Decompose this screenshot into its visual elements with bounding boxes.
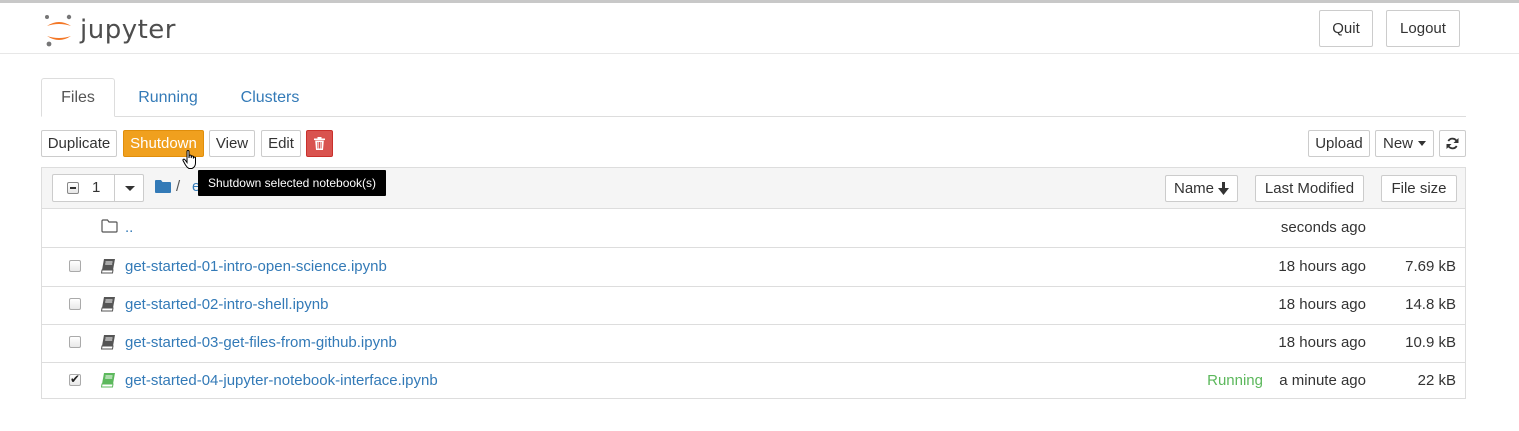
list-item[interactable]: .. seconds ago	[42, 209, 1465, 248]
duplicate-button[interactable]: Duplicate	[41, 130, 117, 157]
delete-button[interactable]	[306, 130, 333, 157]
file-link[interactable]: get-started-01-intro-open-science.ipynb	[125, 258, 387, 275]
file-list-panel: 1 / e Name Last Modified File size .. se…	[41, 167, 1466, 399]
upload-button[interactable]: Upload	[1308, 130, 1370, 157]
logout-button[interactable]: Logout	[1386, 10, 1460, 47]
notebook-icon	[101, 335, 115, 350]
shutdown-tooltip: Shutdown selected notebook(s)	[198, 170, 386, 196]
tab-running[interactable]: Running	[126, 78, 210, 117]
selection-dropdown[interactable]	[114, 175, 144, 201]
caret-down-icon	[1418, 141, 1426, 146]
edit-button[interactable]: Edit	[261, 130, 301, 157]
notebook-running-icon	[101, 373, 115, 388]
file-size: 7.69 kB	[1405, 258, 1456, 275]
folder-outline-icon	[101, 219, 118, 233]
new-dropdown-button[interactable]: New	[1375, 130, 1434, 157]
list-item[interactable]: get-started-02-intro-shell.ipynb 18 hour…	[42, 286, 1465, 325]
jupyter-logo-icon	[45, 14, 72, 47]
view-button[interactable]: View	[209, 130, 255, 157]
file-link[interactable]: get-started-04-jupyter-notebook-interfac…	[125, 372, 438, 389]
quit-button[interactable]: Quit	[1319, 10, 1373, 47]
row-checkbox[interactable]	[69, 298, 81, 310]
modified-time: a minute ago	[1279, 372, 1366, 389]
caret-down-icon	[125, 186, 135, 191]
tab-files[interactable]: Files	[41, 78, 115, 117]
refresh-icon	[1446, 137, 1459, 150]
sort-name-button[interactable]: Name	[1165, 175, 1238, 202]
row-checkbox[interactable]	[69, 372, 81, 386]
logo-text: jupyter	[80, 15, 176, 45]
parent-folder-link[interactable]: ..	[125, 219, 133, 236]
file-link[interactable]: get-started-02-intro-shell.ipynb	[125, 296, 328, 313]
refresh-button[interactable]	[1439, 130, 1466, 157]
list-item[interactable]: get-started-03-get-files-from-github.ipy…	[42, 324, 1465, 363]
file-size: 22 kB	[1417, 372, 1456, 389]
header: jupyter Quit Logout	[0, 3, 1519, 54]
file-size: 14.8 kB	[1405, 296, 1456, 313]
trash-icon	[314, 137, 325, 150]
select-all-control[interactable]: 1	[52, 174, 144, 202]
modified-time: 18 hours ago	[1278, 334, 1366, 351]
new-label: New	[1382, 135, 1413, 152]
tab-clusters[interactable]: Clusters	[228, 78, 312, 117]
arrow-down-icon	[1218, 182, 1229, 195]
jupyter-logo[interactable]: jupyter	[44, 11, 176, 49]
select-all-checkbox[interactable]	[67, 182, 79, 194]
file-link[interactable]: get-started-03-get-files-from-github.ipy…	[125, 334, 397, 351]
file-size: 10.9 kB	[1405, 334, 1456, 351]
row-checkbox[interactable]	[69, 260, 81, 272]
modified-time: seconds ago	[1280, 219, 1366, 236]
folder-icon[interactable]	[155, 180, 171, 193]
list-item[interactable]: get-started-04-jupyter-notebook-interfac…	[42, 362, 1465, 400]
list-item[interactable]: get-started-01-intro-open-science.ipynb …	[42, 248, 1465, 287]
selected-count: 1	[92, 179, 101, 196]
sort-modified-button[interactable]: Last Modified	[1255, 175, 1364, 202]
notebook-icon	[101, 297, 115, 312]
running-status: Running	[1207, 372, 1263, 389]
notebook-icon	[101, 259, 115, 274]
sort-name-label: Name	[1173, 180, 1214, 197]
breadcrumb-separator: /	[176, 178, 181, 195]
row-checkbox[interactable]	[69, 336, 81, 348]
modified-time: 18 hours ago	[1278, 258, 1366, 275]
hand-cursor-icon	[182, 150, 196, 169]
indeterminate-icon	[70, 187, 76, 189]
sort-size-button[interactable]: File size	[1381, 175, 1457, 202]
modified-time: 18 hours ago	[1278, 296, 1366, 313]
